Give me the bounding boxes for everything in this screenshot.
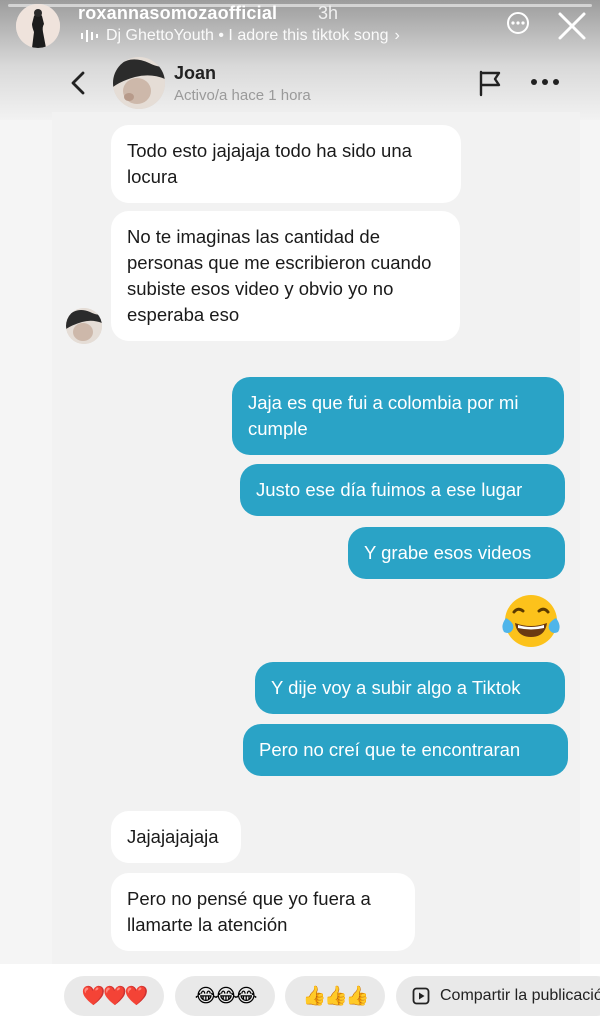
reaction-thumbs-up-button[interactable]: 👍👍👍 xyxy=(285,976,385,1016)
contact-avatar[interactable] xyxy=(113,57,165,109)
back-arrow-icon[interactable] xyxy=(68,70,90,96)
quick-reactions-bar: ❤️❤️❤️ 😂😂😂 👍👍👍 Compartir la publicación xyxy=(0,964,600,1024)
story-music-label: Dj GhettoYouth • I adore this tiktok son… xyxy=(106,27,389,44)
message-bubble-outgoing: Jaja es que fui a colombia por mi cumple xyxy=(232,377,564,455)
more-options-icon[interactable] xyxy=(507,12,529,34)
contact-name[interactable]: Joan xyxy=(174,63,216,84)
story-music[interactable]: Dj GhettoYouth • I adore this tiktok son… xyxy=(80,27,400,45)
flag-report-icon[interactable] xyxy=(477,69,505,97)
message-bubble-incoming: Jajajajajaja xyxy=(111,811,241,863)
message-bubble-outgoing: Justo ese día fuimos a ese lugar xyxy=(240,464,565,516)
face-with-tears-of-joy-icon xyxy=(502,595,560,647)
message-bubble-outgoing: Y grabe esos videos xyxy=(348,527,565,579)
chat-options-icon[interactable] xyxy=(530,78,560,86)
message-bubble-incoming: No te imaginas las cantidad de personas … xyxy=(111,211,460,341)
story-viewer: roxannasomozaofficial 3h Dj GhettoYouth … xyxy=(0,0,600,1024)
message-bubble-incoming: Todo esto jajajaja todo ha sido una locu… xyxy=(111,125,461,203)
chat-header: Joan Activo/a hace 1 hora xyxy=(0,52,600,112)
sender-avatar[interactable] xyxy=(66,308,102,344)
story-username[interactable]: roxannasomozaofficial xyxy=(78,3,277,24)
story-header: roxannasomozaofficial 3h Dj GhettoYouth … xyxy=(0,0,600,50)
contact-status: Activo/a hace 1 hora xyxy=(174,87,311,104)
message-bubble-outgoing: Y dije voy a subir algo a Tiktok xyxy=(255,662,565,714)
reaction-hearts-button[interactable]: ❤️❤️❤️ xyxy=(64,976,164,1016)
message-bubble-incoming: Pero no pensé que yo fuera a llamarte la… xyxy=(111,873,415,951)
chevron-right-icon: › xyxy=(394,27,400,44)
message-bubble-outgoing: Pero no creí que te encontraran xyxy=(243,724,568,776)
story-time: 3h xyxy=(318,3,339,23)
share-post-icon xyxy=(412,987,430,1005)
story-author-avatar[interactable] xyxy=(16,4,60,48)
reaction-laugh-button[interactable]: 😂😂😂 xyxy=(175,976,275,1016)
close-icon[interactable] xyxy=(556,10,588,42)
share-post-label: Compartir la publicación xyxy=(440,987,600,1004)
share-post-button[interactable]: Compartir la publicación xyxy=(396,976,600,1016)
sound-wave-icon xyxy=(81,30,98,42)
